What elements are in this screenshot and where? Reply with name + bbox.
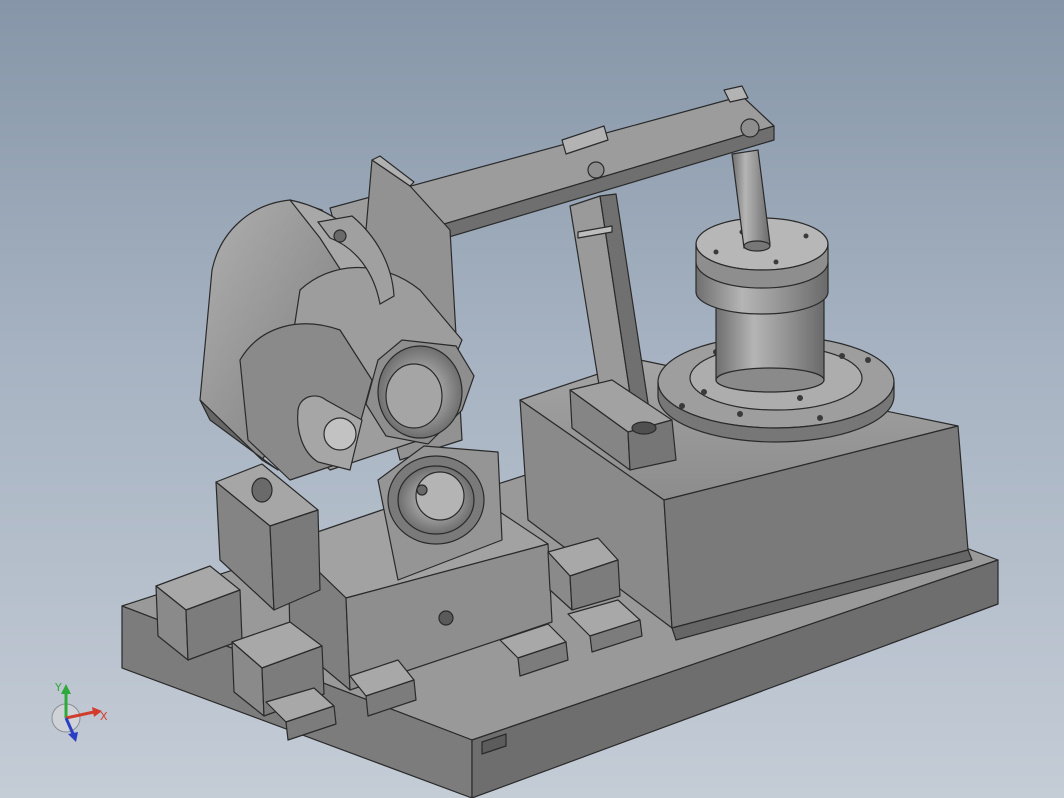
- y-axis-arrow-icon: [61, 684, 71, 694]
- y-axis-label: Y: [54, 681, 62, 694]
- bearing-ring: [387, 455, 485, 545]
- graphics-viewport[interactable]: Y X: [0, 0, 1064, 798]
- orientation-triad[interactable]: Y X: [40, 676, 120, 756]
- cad-model-view[interactable]: [0, 0, 1064, 798]
- z-axis-arrow-icon: [68, 732, 78, 742]
- x-axis-label: X: [100, 710, 108, 723]
